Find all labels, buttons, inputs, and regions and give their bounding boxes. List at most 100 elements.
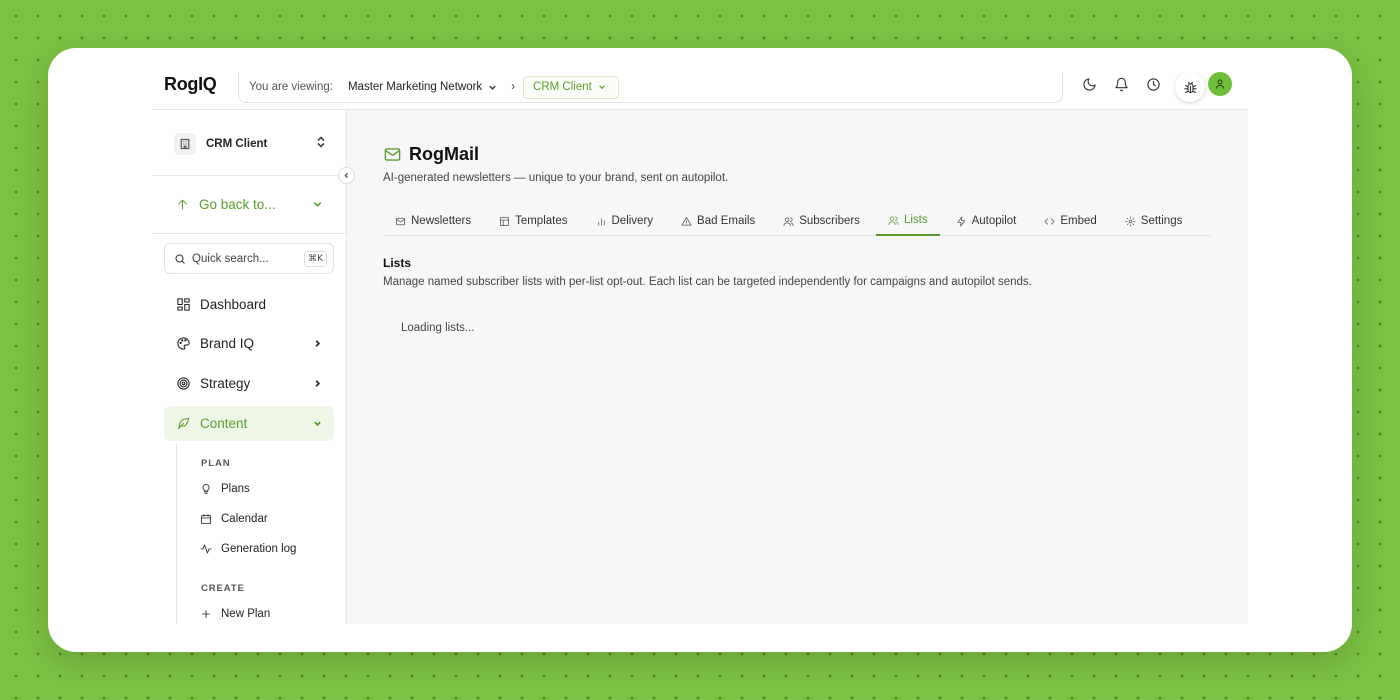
user-avatar-button[interactable]	[1208, 72, 1232, 96]
submenu-item-label: Generation log	[221, 543, 297, 555]
mail-icon	[384, 148, 401, 161]
sidebar-item-label: Dashboard	[200, 297, 267, 312]
logo: RogIQ	[164, 74, 217, 94]
page-subtitle: AI-generated newsletters — unique to you…	[383, 172, 729, 184]
context-switcher: You are viewing: Master Marketing Networ…	[238, 72, 1063, 103]
lightbulb-icon	[202, 484, 210, 494]
window-card: RogIQ You are viewing: Master Marketing …	[48, 48, 1352, 652]
section-description: Manage named subscriber lists with per-l…	[383, 276, 1032, 288]
submenu-heading-plan: PLAN	[201, 458, 231, 469]
history-button[interactable]	[1137, 72, 1169, 96]
gear-icon	[1125, 216, 1136, 226]
tab-bad-emails[interactable]: Bad Emails	[669, 206, 767, 236]
submenu-heading-create: CREATE	[201, 583, 245, 594]
plus-icon	[202, 610, 210, 618]
sidebar-item-label: Content	[200, 416, 248, 431]
sidebar-divider	[152, 233, 346, 234]
submenu-item-new-plan[interactable]: New Plan	[200, 603, 330, 624]
users-icon	[888, 215, 899, 225]
sidebar-item-dashboard[interactable]: Dashboard	[164, 287, 334, 322]
main-content: RogMail AI-generated newsletters — uniqu…	[347, 110, 1248, 624]
chevron-down-icon	[313, 201, 322, 207]
palette-icon	[177, 337, 190, 350]
dashboard-icon	[177, 298, 190, 311]
sidebar-divider	[152, 175, 346, 176]
tab-bar: Newsletters Templates Delivery Bad Email…	[383, 206, 1211, 236]
chevrons-up-down-icon	[316, 135, 326, 153]
tab-label: Delivery	[611, 215, 654, 227]
tab-delivery[interactable]: Delivery	[584, 206, 666, 236]
bell-icon	[1114, 77, 1128, 91]
search-placeholder: Quick search...	[192, 252, 269, 265]
page-title-text: RogMail	[409, 144, 479, 164]
tab-templates[interactable]: Templates	[487, 206, 579, 236]
client-switcher[interactable]: CRM Client	[174, 130, 326, 158]
submenu-guide-line	[176, 444, 177, 624]
tab-label: Bad Emails	[697, 215, 756, 227]
search-icon	[175, 254, 185, 264]
chevron-left-icon	[344, 172, 349, 179]
mail-icon	[395, 217, 406, 225]
quick-search-input[interactable]: Quick search... ⌘K	[164, 243, 334, 274]
arrow-up-icon	[178, 199, 187, 209]
collapse-sidebar-button[interactable]	[338, 167, 355, 184]
submenu-item-label: Calendar	[221, 513, 268, 525]
users-icon	[783, 216, 794, 226]
template-icon	[500, 216, 510, 226]
tab-newsletters[interactable]: Newsletters	[383, 206, 483, 236]
submenu-item-generation-log[interactable]: Generation log	[200, 538, 330, 560]
tab-label: Embed	[1060, 215, 1097, 227]
go-back-label: Go back to...	[199, 196, 276, 212]
sidebar-item-label: Strategy	[200, 376, 251, 391]
tab-label: Newsletters	[411, 215, 472, 227]
go-back-menu[interactable]: Go back to...	[164, 190, 334, 218]
moon-icon	[1082, 77, 1096, 91]
tab-settings[interactable]: Settings	[1113, 206, 1195, 236]
chevron-right-icon	[315, 340, 321, 347]
sidebar-item-strategy[interactable]: Strategy	[164, 366, 334, 401]
tab-label: Templates	[515, 215, 568, 227]
tab-lists[interactable]: Lists	[875, 206, 940, 236]
tab-embed[interactable]: Embed	[1032, 206, 1108, 236]
feather-icon	[177, 417, 190, 430]
tab-label: Settings	[1140, 215, 1183, 227]
submenu-item-calendar[interactable]: Calendar	[200, 508, 330, 530]
warning-icon	[681, 216, 692, 226]
tab-label: Autopilot	[971, 215, 1017, 227]
tab-label: Subscribers	[799, 215, 860, 227]
clock-icon	[1146, 77, 1160, 91]
client-selector[interactable]: CRM Client	[523, 75, 619, 99]
tab-label: Lists	[903, 214, 928, 226]
sidebar: CRM Client Go back to... Quick search...…	[152, 110, 347, 624]
client-name: CRM Client	[533, 81, 592, 93]
tab-autopilot[interactable]: Autopilot	[944, 206, 1029, 236]
breadcrumb-separator: ›	[511, 81, 516, 93]
code-icon	[1044, 217, 1055, 225]
user-icon	[1216, 79, 1224, 89]
page-title: RogMail	[383, 144, 479, 165]
sidebar-client-name: CRM Client	[206, 138, 268, 150]
submenu-item-plans[interactable]: Plans	[200, 478, 330, 500]
submenu-item-label: New Plan	[221, 608, 271, 620]
search-shortcut: ⌘K	[304, 250, 327, 267]
sidebar-item-brand-iq[interactable]: Brand IQ	[164, 326, 334, 361]
top-actions	[1073, 72, 1232, 102]
report-bug-button[interactable]	[1175, 72, 1205, 102]
chevron-right-icon	[315, 380, 321, 387]
bug-icon	[1183, 81, 1197, 93]
sidebar-item-content[interactable]: Content	[164, 406, 334, 441]
theme-toggle-button[interactable]	[1073, 72, 1105, 96]
notifications-button[interactable]	[1105, 72, 1137, 96]
network-name: Master Marketing Network	[347, 81, 483, 93]
chevron-down-icon	[314, 421, 321, 427]
section-title: Lists	[383, 256, 412, 270]
zap-icon	[957, 216, 965, 226]
calendar-icon	[201, 514, 211, 524]
network-selector[interactable]: Master Marketing Network	[348, 81, 497, 93]
building-icon	[174, 133, 196, 155]
sidebar-item-label: Brand IQ	[200, 336, 255, 351]
loading-message: Loading lists...	[401, 322, 475, 334]
tab-subscribers[interactable]: Subscribers	[771, 206, 872, 236]
bar-chart-icon	[597, 217, 605, 226]
viewing-label: You are viewing:	[249, 81, 333, 93]
